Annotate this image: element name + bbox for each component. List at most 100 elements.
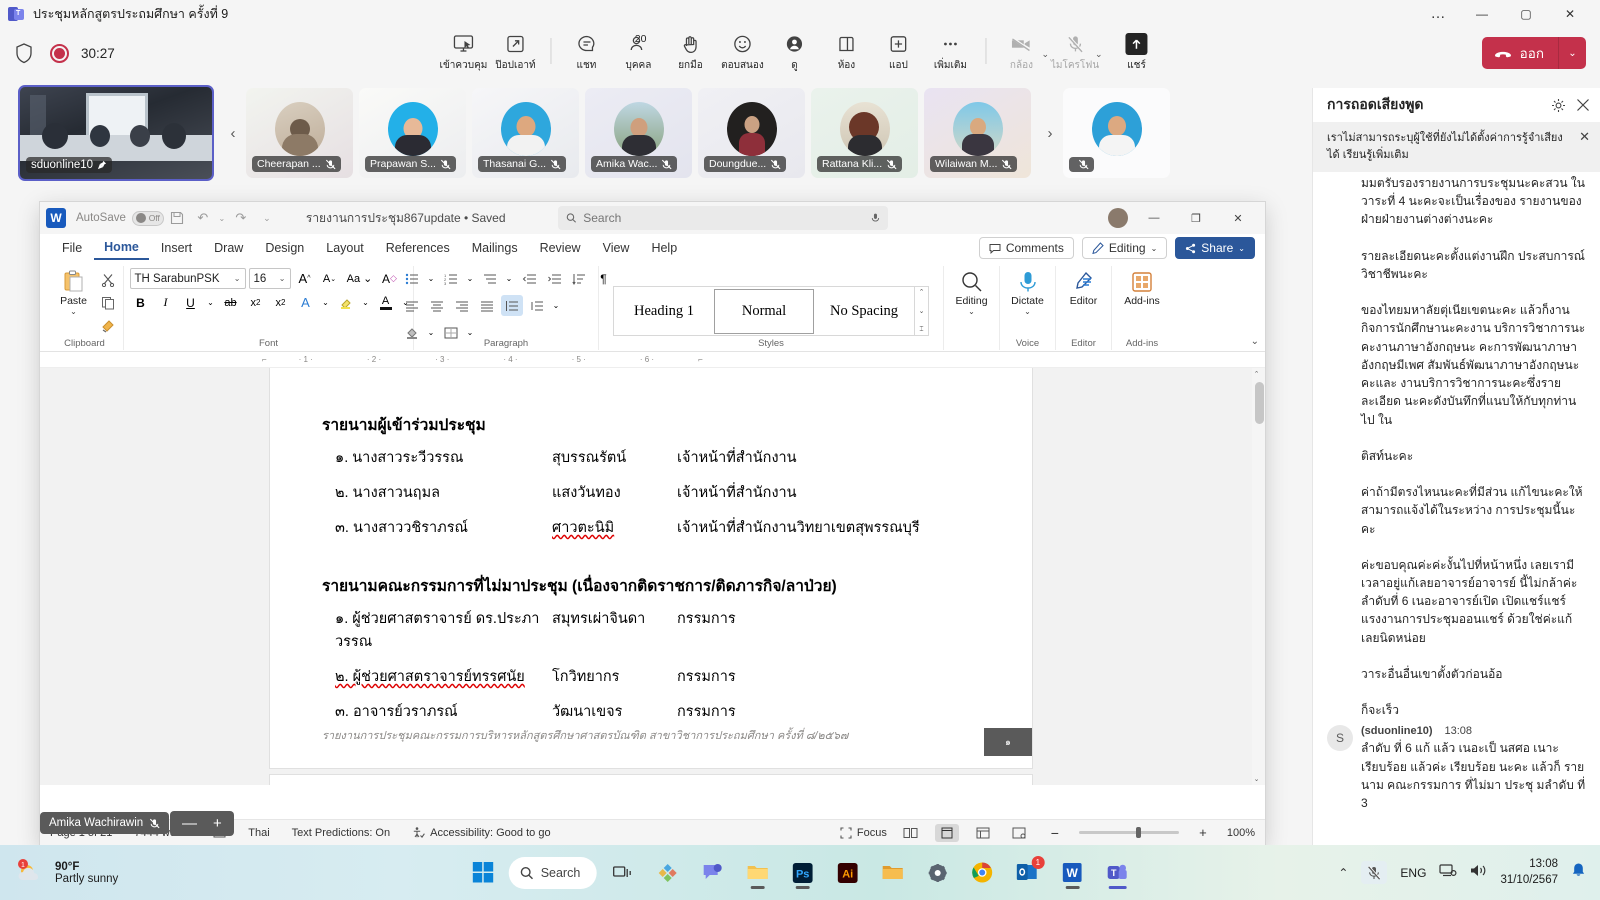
settings-icon[interactable] <box>918 854 956 892</box>
window-more-button[interactable]: … <box>1416 0 1460 27</box>
decrease-indent-button[interactable] <box>518 268 540 289</box>
file-explorer-icon[interactable] <box>738 854 776 892</box>
superscript-button[interactable]: x2 <box>270 292 292 313</box>
numbering-chevron-down-icon[interactable]: ⌄ <box>465 268 476 289</box>
word-icon[interactable]: W <box>1053 854 1091 892</box>
react-button[interactable]: ตอบสนอง <box>716 30 768 76</box>
tab-references[interactable]: References <box>376 237 460 259</box>
dictate-button[interactable]: Dictate ⌄ <box>1005 270 1051 316</box>
bullets-button[interactable] <box>401 268 423 289</box>
notice-close-icon[interactable]: ✕ <box>1579 130 1590 163</box>
line-spacing-button[interactable] <box>501 295 523 316</box>
tray-chevron-up-icon[interactable]: ⌃ <box>1338 866 1348 880</box>
status-text-predictions[interactable]: Text Predictions: On <box>292 827 390 839</box>
tab-insert[interactable]: Insert <box>151 237 202 259</box>
copy-button[interactable] <box>97 292 119 313</box>
weather-widget[interactable]: 1 90°F Partly sunny <box>0 859 118 887</box>
view-read-mode-button[interactable] <box>899 824 923 842</box>
multilevel-chevron-down-icon[interactable]: ⌄ <box>504 268 515 289</box>
increase-indent-button[interactable] <box>543 268 565 289</box>
taskbar-search-box[interactable]: Search <box>509 857 597 889</box>
video-tile[interactable]: Thasanai G... <box>472 88 579 178</box>
window-close-button[interactable]: ✕ <box>1548 0 1592 27</box>
cut-button[interactable] <box>97 269 119 290</box>
save-icon[interactable] <box>164 206 190 230</box>
chat-button[interactable]: แชท <box>560 30 612 76</box>
paste-button[interactable]: Paste ⌄ <box>51 268 97 316</box>
tab-review[interactable]: Review <box>530 237 591 259</box>
word-search-box[interactable] <box>558 206 888 230</box>
styles-scroll-up-icon[interactable]: ⌃ <box>919 288 925 296</box>
editor-button[interactable]: Editor <box>1061 270 1107 307</box>
word-restore-button[interactable]: ❐ <box>1175 202 1217 234</box>
tray-volume-icon[interactable] <box>1470 863 1487 883</box>
view-web-layout-button[interactable] <box>971 824 995 842</box>
status-accessibility[interactable]: Accessibility: Good to go <box>412 826 550 839</box>
close-icon[interactable] <box>1576 98 1590 112</box>
change-case-button[interactable]: Aa ⌄ <box>344 268 376 289</box>
status-language[interactable]: Thai <box>248 827 269 839</box>
tab-layout[interactable]: Layout <box>316 237 374 259</box>
view-button[interactable]: ดู <box>768 30 820 76</box>
zoom-in-button[interactable]: + <box>1191 824 1215 842</box>
word-account-avatar[interactable] <box>1103 202 1133 234</box>
dictate-chevron-down-icon[interactable]: ⌄ <box>1024 307 1031 316</box>
raise-hand-button[interactable]: ยกมือ <box>664 30 716 76</box>
photoshop-icon[interactable]: Ps <box>783 854 821 892</box>
bold-button[interactable]: B <box>130 292 152 313</box>
align-center-button[interactable] <box>426 295 448 316</box>
ribbon-collapse-chevron-icon[interactable]: ⌄ <box>1251 336 1259 347</box>
styles-expand-icon[interactable]: ⌶ <box>919 326 923 334</box>
document-name[interactable]: รายงานการประชุม867update • Saved <box>306 209 506 228</box>
task-view-icon[interactable] <box>603 854 641 892</box>
comments-button[interactable]: Comments <box>979 237 1074 259</box>
tab-view[interactable]: View <box>593 237 640 259</box>
highlight-button[interactable] <box>335 292 357 313</box>
undo-icon[interactable]: ↶ <box>190 206 216 230</box>
status-focus[interactable]: Focus <box>840 827 887 839</box>
sort-button[interactable] <box>568 268 590 289</box>
tab-draw[interactable]: Draw <box>204 237 253 259</box>
tray-language-indicator[interactable]: ENG <box>1400 866 1426 880</box>
tab-help[interactable]: Help <box>641 237 687 259</box>
dictation-mic-icon[interactable] <box>871 212 880 225</box>
font-size-box[interactable]: 16 ⌄ <box>249 268 291 289</box>
window-minimize-button[interactable]: — <box>1460 0 1504 27</box>
addins-button[interactable]: Add-ins <box>1119 270 1165 307</box>
justify-button[interactable] <box>476 295 498 316</box>
video-tile[interactable]: Doungdue... <box>698 88 805 178</box>
teams-chat-icon[interactable] <box>693 854 731 892</box>
style-no-spacing[interactable]: No Spacing <box>814 289 914 334</box>
text-effects-chevron-down-icon[interactable]: ⌄ <box>320 292 332 313</box>
pop-out-button[interactable]: ป๊อปเอาท์ <box>489 30 541 76</box>
widgets-icon[interactable] <box>648 854 686 892</box>
rooms-button[interactable]: ห้อง <box>820 30 872 76</box>
folder-icon[interactable] <box>873 854 911 892</box>
shield-icon[interactable] <box>14 42 34 64</box>
document-scrollbar[interactable]: ⌃ ⌄ <box>1252 368 1265 785</box>
view-mode-extra-button[interactable] <box>1007 824 1031 842</box>
document-page[interactable]: รายนามผู้เข้าร่วมประชุม ๑. นางสาวระวีวรร… <box>270 368 1032 768</box>
tab-design[interactable]: Design <box>255 237 314 259</box>
tab-file[interactable]: File <box>52 237 92 259</box>
illustrator-icon[interactable]: Ai <box>828 854 866 892</box>
redo-icon[interactable]: ↷ <box>228 206 254 230</box>
multilevel-list-button[interactable] <box>479 268 501 289</box>
document-next-page[interactable] <box>270 775 1032 785</box>
video-tile[interactable]: Rattana Kli... <box>811 88 918 178</box>
tray-clock[interactable]: 13:08 31/10/2567 <box>1500 857 1558 888</box>
video-tile[interactable] <box>1063 88 1170 178</box>
window-maximize-button[interactable]: ▢ <box>1504 0 1548 27</box>
font-color-button[interactable]: A <box>375 292 397 313</box>
highlight-chevron-down-icon[interactable]: ⌄ <box>360 292 372 313</box>
filmstrip-prev-button[interactable]: ‹ <box>220 111 246 155</box>
undo-dropdown-chevron-icon[interactable]: ⌄ <box>216 206 228 230</box>
strikethrough-button[interactable]: ab <box>220 292 242 313</box>
teams-icon[interactable]: T <box>1098 854 1136 892</box>
scroll-up-icon[interactable]: ⌃ <box>1250 370 1263 378</box>
video-tile[interactable]: Wilaiwan M... <box>924 88 1031 178</box>
tray-mic-muted-icon[interactable] <box>1361 861 1387 884</box>
grow-font-button[interactable]: A^ <box>294 268 316 289</box>
scrollbar-thumb[interactable] <box>1255 382 1264 424</box>
outlook-icon[interactable]: 1 <box>1008 854 1046 892</box>
